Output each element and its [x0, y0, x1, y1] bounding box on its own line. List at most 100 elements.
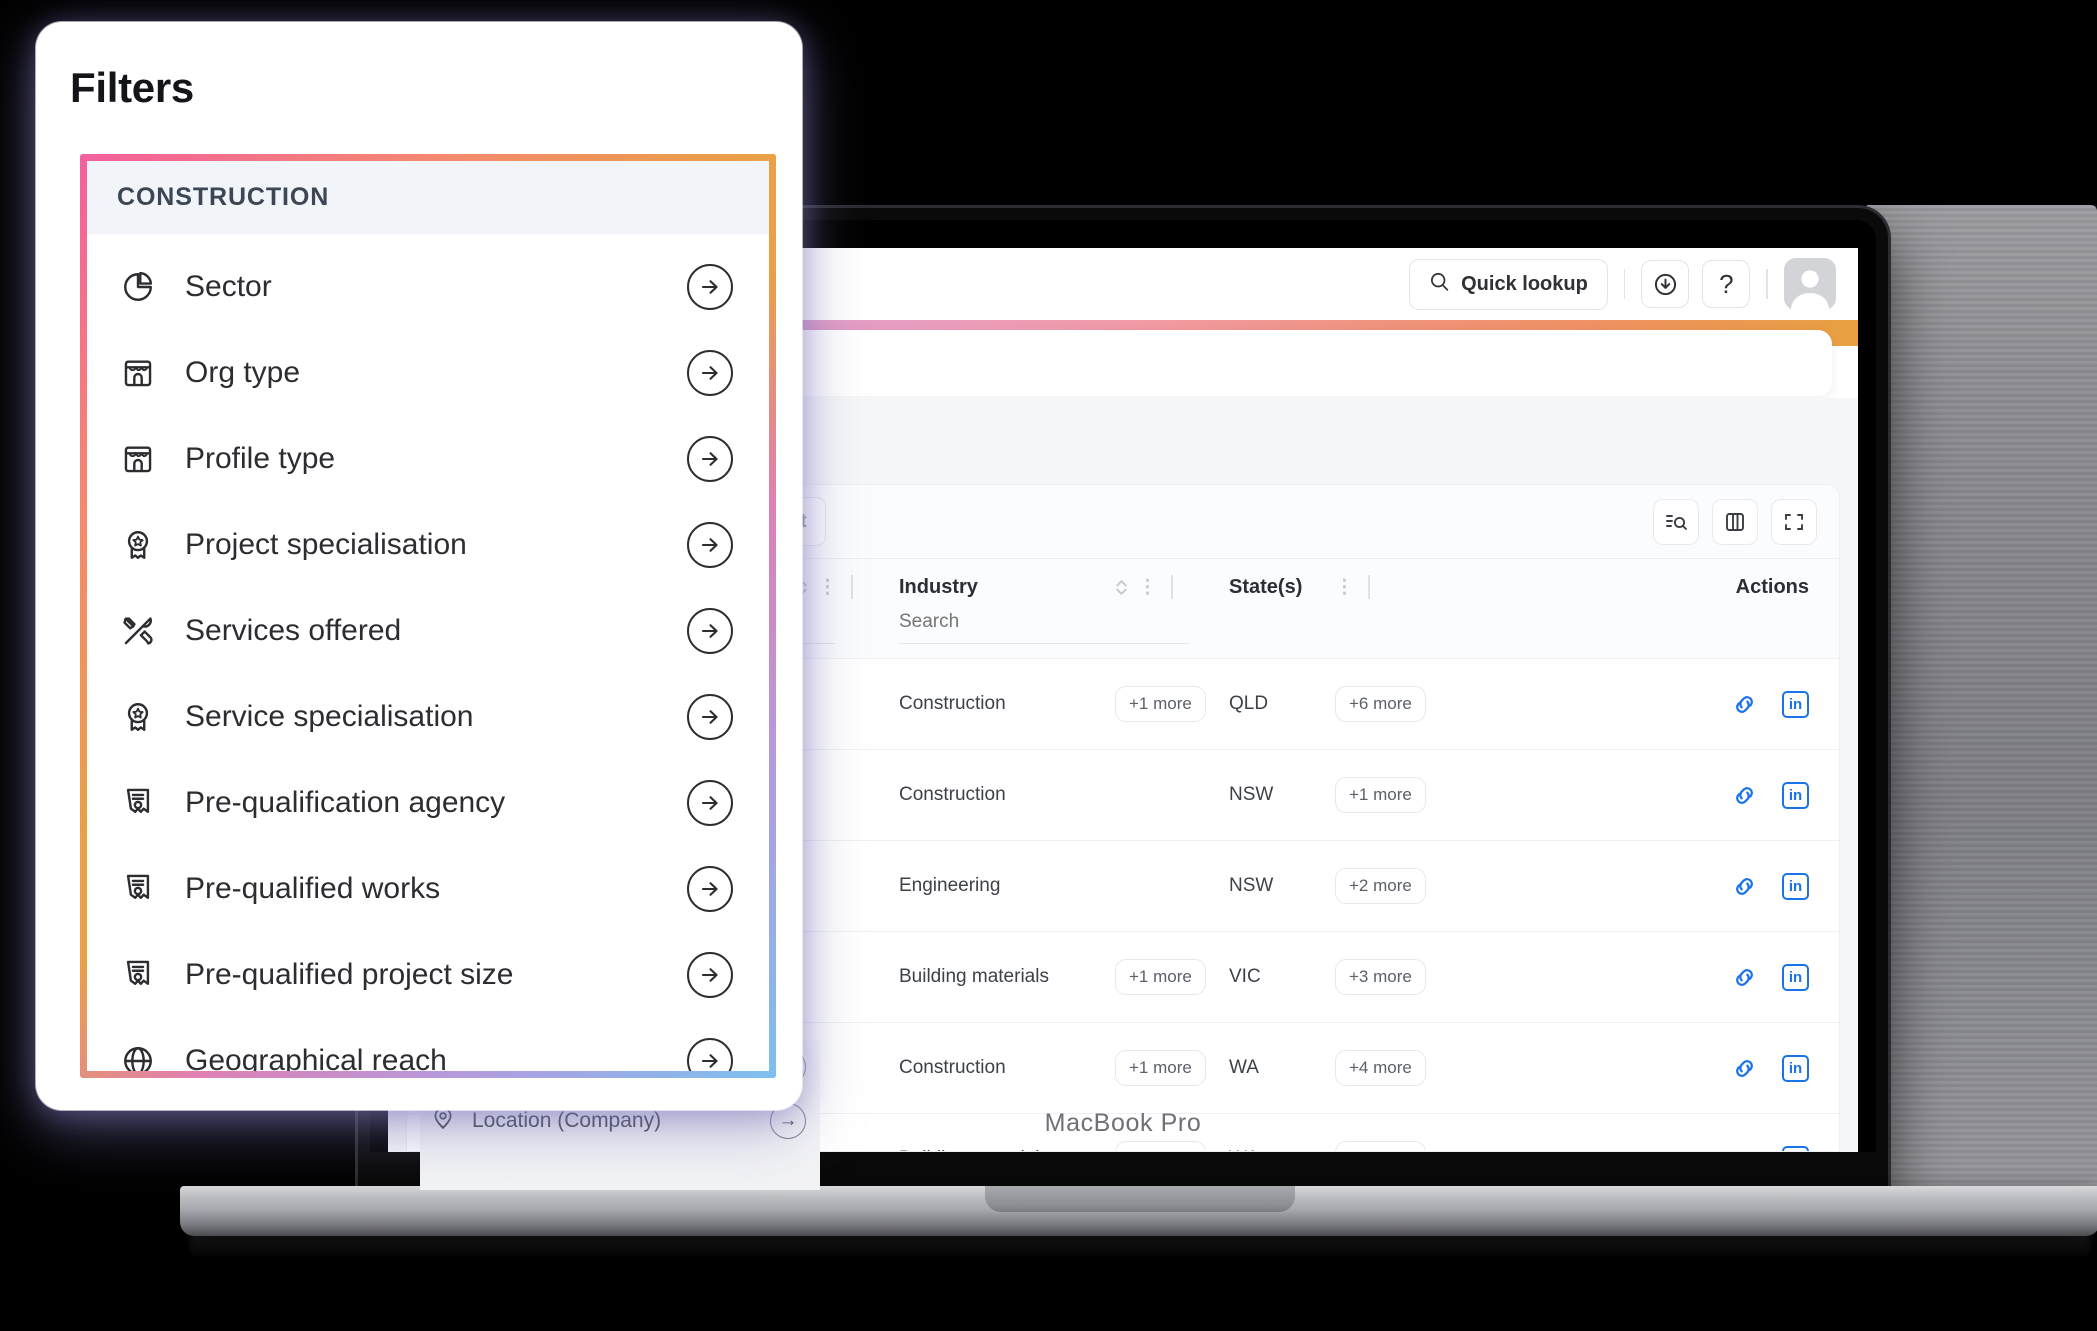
filter-item-project-specialisation[interactable]: Project specialisation: [87, 502, 769, 588]
filter-item-sector[interactable]: Sector: [87, 244, 769, 330]
state-more-badge[interactable]: +1 more: [1335, 777, 1426, 813]
store-icon: [117, 442, 159, 476]
cell-industry: Construction: [885, 659, 1115, 750]
arrow-right-icon[interactable]: [687, 264, 733, 310]
state-more-badge[interactable]: +4 more: [1335, 1050, 1426, 1086]
industry-more-badge[interactable]: +1 more: [1115, 959, 1206, 995]
award-icon: [117, 700, 159, 734]
name-menu-icon[interactable]: ⋮: [818, 576, 837, 599]
globe-icon: [117, 1044, 159, 1071]
state-more-badge[interactable]: +3 more: [1335, 959, 1426, 995]
cell-state-more: +2 more: [1335, 841, 1465, 932]
th-industry-label: Industry: [899, 575, 978, 598]
quick-lookup-button[interactable]: Quick lookup: [1409, 258, 1608, 310]
arrow-right-icon[interactable]: [687, 866, 733, 912]
tools-icon: [117, 614, 159, 648]
state-value: NSW: [1229, 784, 1274, 805]
state-more-badge[interactable]: +3 more: [1335, 1141, 1426, 1151]
filter-item-geographical-reach[interactable]: Geographical reach: [87, 1018, 769, 1071]
cell-state-more: +6 more: [1335, 659, 1465, 750]
link-icon[interactable]: [1731, 1146, 1758, 1151]
link-icon[interactable]: [1731, 964, 1758, 991]
filter-item-pre-qualified-works[interactable]: Pre-qualified works: [87, 846, 769, 932]
linkedin-icon[interactable]: in: [1782, 1054, 1809, 1082]
th-states-label: State(s): [1229, 575, 1303, 598]
download-circle-icon[interactable]: [1641, 260, 1690, 308]
sidebar-item-location-label: Location (Company): [472, 1109, 662, 1132]
th-states-controls: ⋮: [1335, 559, 1465, 605]
th-industry-controls: ⋮: [1115, 559, 1215, 605]
cell-industry-more: [1115, 750, 1215, 841]
linkedin-icon[interactable]: in: [1782, 781, 1809, 809]
industry-more-badge[interactable]: +1 more: [1115, 1050, 1206, 1086]
quick-lookup-label: Quick lookup: [1461, 272, 1588, 295]
industry-menu-icon[interactable]: ⋮: [1138, 576, 1157, 599]
linkedin-icon[interactable]: in: [1782, 690, 1809, 718]
filter-item-label: Pre-qualified project size: [185, 958, 514, 991]
states-menu-icon[interactable]: ⋮: [1335, 576, 1354, 599]
industry-search-input[interactable]: [899, 605, 1190, 644]
state-more-badge[interactable]: +6 more: [1335, 686, 1426, 722]
sort-industry-icon[interactable]: [1115, 578, 1128, 597]
fullscreen-icon[interactable]: [1771, 498, 1817, 545]
cell-state: NSW: [1215, 841, 1335, 932]
column-divider: [851, 575, 853, 599]
arrow-right-icon[interactable]: [687, 780, 733, 826]
linkedin-icon[interactable]: in: [1782, 872, 1809, 900]
th-industry: Industry: [885, 559, 1115, 605]
arrow-right-icon[interactable]: [687, 436, 733, 482]
column-divider: [1368, 575, 1370, 599]
industry-value: Construction: [899, 1057, 1006, 1078]
link-icon[interactable]: [1731, 691, 1758, 718]
filter-item-label: Org type: [185, 356, 301, 389]
filter-item-service-specialisation[interactable]: Service specialisation: [87, 674, 769, 760]
state-value: WA: [1229, 1057, 1259, 1078]
arrow-right-icon[interactable]: [687, 694, 733, 740]
filter-item-services-offered[interactable]: Services offered: [87, 588, 769, 674]
state-more-badge[interactable]: +2 more: [1335, 868, 1426, 904]
filter-item-profile-type[interactable]: Profile type: [87, 416, 769, 502]
filter-item-pre-qualified-project-size[interactable]: Pre-qualified project size: [87, 932, 769, 1018]
filters-panel: Filters CONSTRUCTION Sector Org type Pro…: [36, 22, 802, 1110]
cell-state-more: +1 more: [1335, 750, 1465, 841]
filter-item-label: Geographical reach: [185, 1044, 447, 1071]
search-columns-icon[interactable]: [1653, 498, 1699, 545]
cell-state-more: +4 more: [1335, 1023, 1465, 1114]
link-icon[interactable]: [1731, 1055, 1758, 1082]
filter-item-org-type[interactable]: Org type: [87, 330, 769, 416]
certificate-icon: [117, 872, 159, 906]
search-cell-industry: [885, 605, 1215, 659]
store-icon: [117, 356, 159, 390]
search-cell-rest: [1215, 605, 1839, 659]
arrow-right-icon[interactable]: [687, 350, 733, 396]
cell-industry-more: +1 more: [1115, 1023, 1215, 1114]
industry-more-badge[interactable]: +1 more: [1115, 686, 1206, 722]
filter-item-pre-qualification-agency[interactable]: Pre-qualification agency: [87, 760, 769, 846]
arrow-right-icon[interactable]: [687, 608, 733, 654]
filters-list: Sector Org type Profile type Project spe…: [87, 234, 769, 1071]
industry-value: Engineering: [899, 875, 1001, 896]
state-value: VIC: [1229, 966, 1261, 987]
cell-industry-more: [1115, 841, 1215, 932]
industry-more-badge[interactable]: +2 more: [1115, 1141, 1206, 1151]
help-icon[interactable]: ?: [1702, 260, 1751, 308]
user-avatar[interactable]: [1784, 258, 1836, 310]
link-icon[interactable]: [1731, 782, 1758, 809]
topbar-divider-2: [1766, 269, 1768, 299]
industry-value: Building materials: [899, 1148, 1049, 1151]
linkedin-icon[interactable]: in: [1782, 963, 1809, 991]
filter-item-label: Service specialisation: [185, 700, 474, 733]
cell-industry: Construction: [885, 750, 1115, 841]
filters-gradient-frame: CONSTRUCTION Sector Org type Profile typ…: [80, 154, 776, 1078]
arrow-right-icon[interactable]: [687, 522, 733, 568]
th-actions: Actions: [1465, 559, 1839, 605]
arrow-right-icon[interactable]: [687, 1038, 733, 1071]
laptop-base: [180, 1186, 2097, 1236]
columns-icon[interactable]: [1712, 498, 1758, 545]
cell-state-more: +3 more: [1335, 932, 1465, 1023]
arrow-right-icon[interactable]: [687, 952, 733, 998]
link-icon[interactable]: [1731, 873, 1758, 900]
cell-industry-more: +1 more: [1115, 659, 1215, 750]
topbar-actions: Quick lookup ?: [1409, 258, 1858, 310]
linkedin-icon[interactable]: in: [1782, 1145, 1809, 1151]
